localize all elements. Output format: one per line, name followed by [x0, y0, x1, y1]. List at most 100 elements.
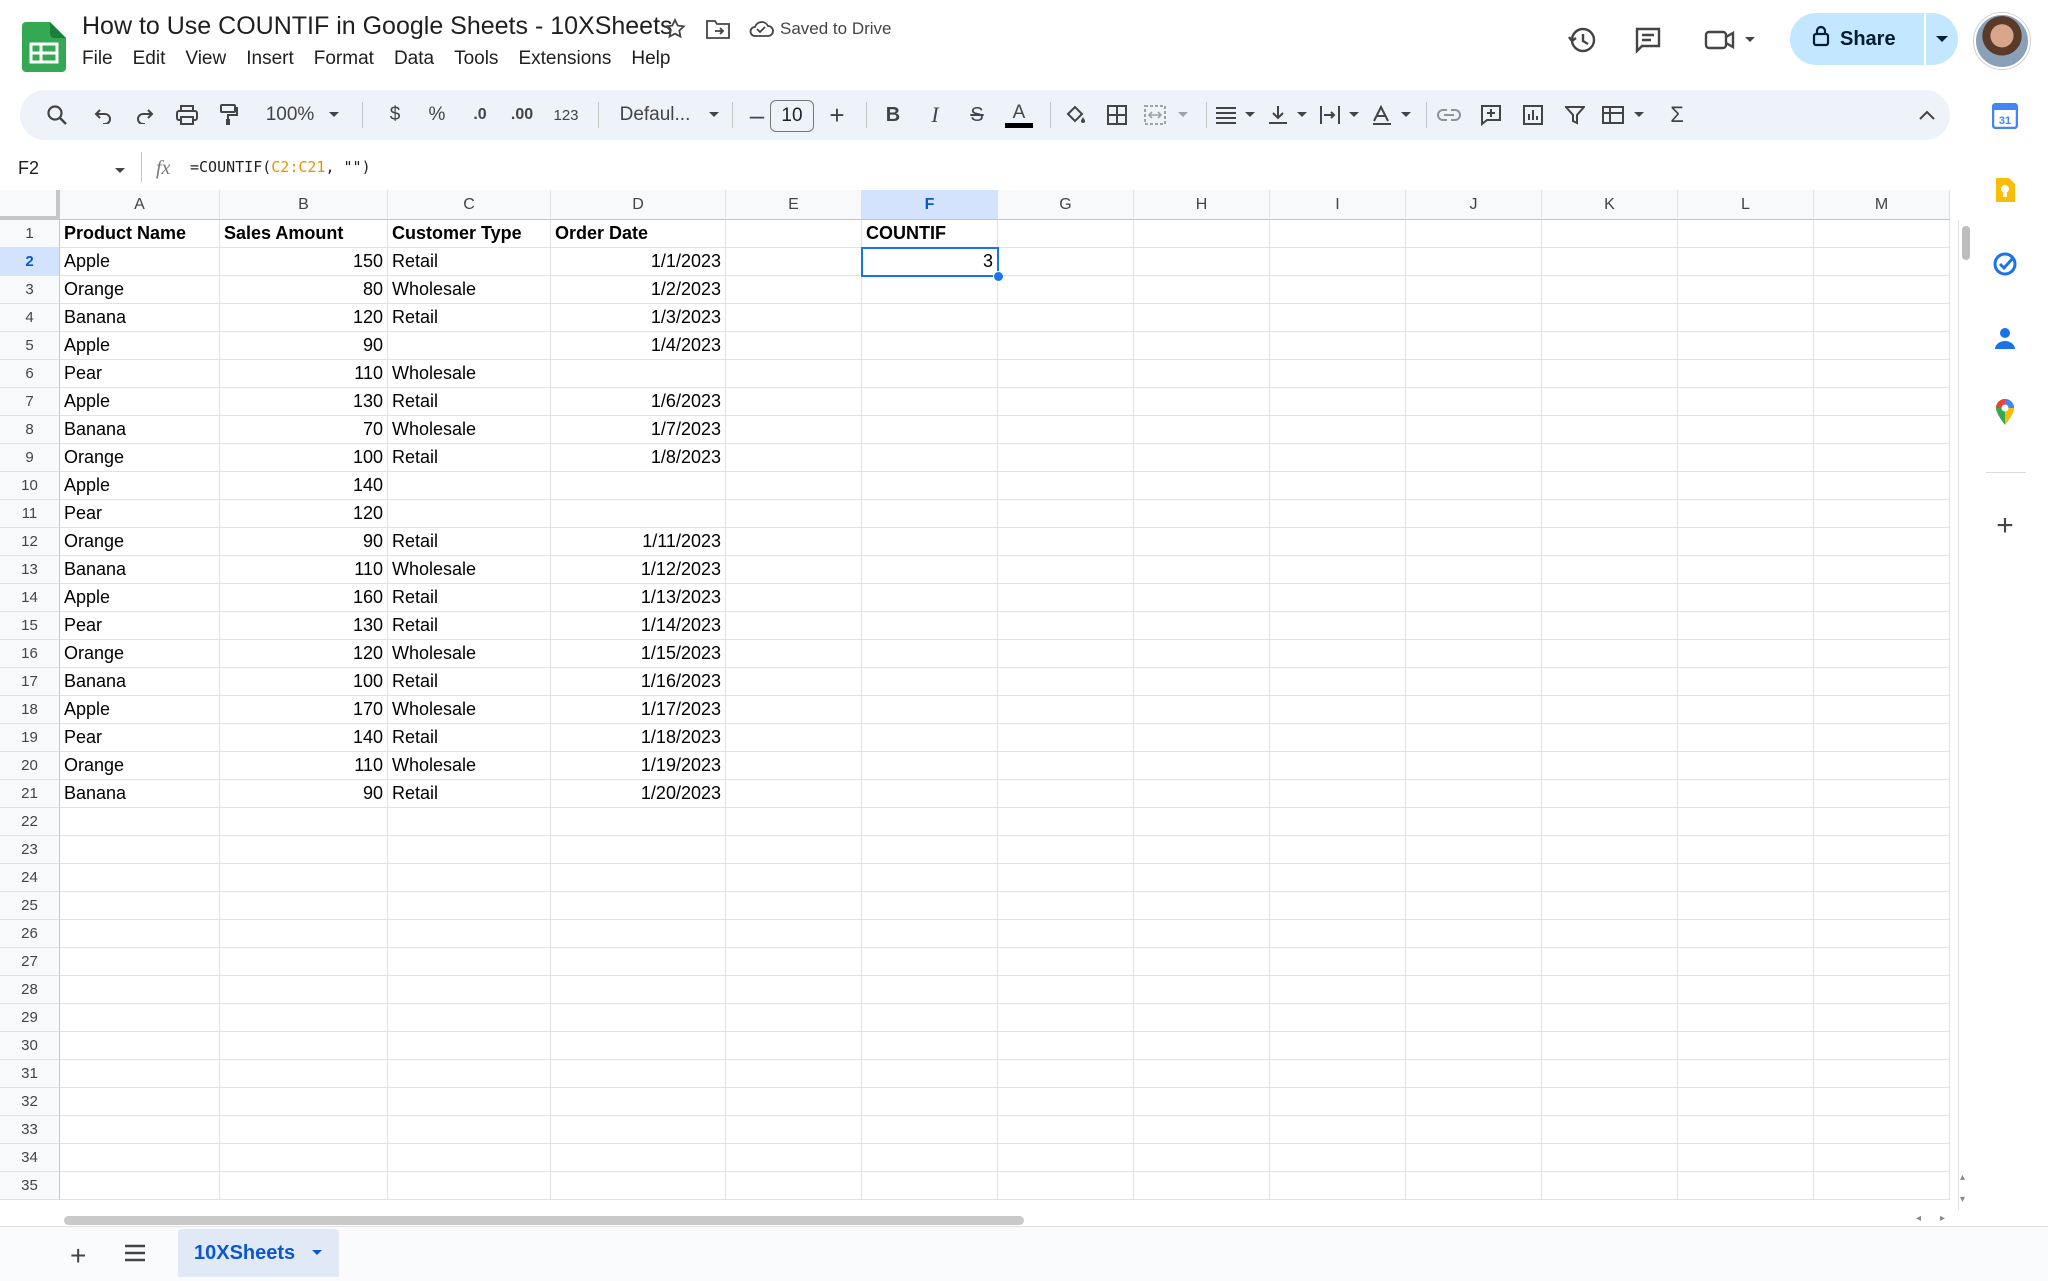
cell[interactable]: [1542, 360, 1678, 388]
cell[interactable]: [1270, 472, 1406, 500]
row-header[interactable]: 24: [0, 864, 60, 892]
cell[interactable]: [220, 1088, 388, 1116]
cell[interactable]: [1406, 724, 1542, 752]
cell[interactable]: [60, 892, 220, 920]
cell[interactable]: 110: [220, 360, 388, 388]
cell[interactable]: [1270, 556, 1406, 584]
cell[interactable]: [1270, 836, 1406, 864]
cell[interactable]: Wholesale: [388, 556, 551, 584]
cell[interactable]: [1814, 1060, 1950, 1088]
cell[interactable]: [1134, 1088, 1270, 1116]
cell[interactable]: [1542, 1032, 1678, 1060]
cell[interactable]: [862, 472, 998, 500]
row-header[interactable]: 26: [0, 920, 60, 948]
avatar[interactable]: [1974, 13, 2030, 69]
cell[interactable]: [726, 276, 862, 304]
cell[interactable]: 100: [220, 668, 388, 696]
cell[interactable]: 110: [220, 752, 388, 780]
cell[interactable]: Banana: [60, 556, 220, 584]
font-size-input[interactable]: 10: [770, 100, 814, 132]
cell[interactable]: [220, 1004, 388, 1032]
cell[interactable]: [1270, 808, 1406, 836]
select-all-corner[interactable]: [0, 190, 60, 220]
cell[interactable]: [1406, 1116, 1542, 1144]
cell[interactable]: Apple: [60, 584, 220, 612]
cell[interactable]: [1678, 640, 1814, 668]
increase-decimal-button[interactable]: .00: [502, 90, 542, 140]
cell[interactable]: [1678, 724, 1814, 752]
cell[interactable]: [1678, 500, 1814, 528]
cell[interactable]: [388, 948, 551, 976]
cell[interactable]: [1134, 808, 1270, 836]
cell[interactable]: [60, 836, 220, 864]
cell[interactable]: [1814, 864, 1950, 892]
cell[interactable]: 70: [220, 416, 388, 444]
cell[interactable]: [998, 668, 1134, 696]
cell[interactable]: [726, 976, 862, 1004]
cell[interactable]: [1134, 220, 1270, 248]
comments-icon[interactable]: [1626, 18, 1670, 62]
cell[interactable]: [388, 500, 551, 528]
cell[interactable]: [726, 1032, 862, 1060]
cell[interactable]: [1814, 1172, 1950, 1200]
cell[interactable]: [1134, 500, 1270, 528]
cell[interactable]: [551, 472, 726, 500]
cell[interactable]: [1406, 248, 1542, 276]
cell[interactable]: Apple: [60, 388, 220, 416]
cell[interactable]: [1814, 948, 1950, 976]
cell[interactable]: 1/20/2023: [551, 780, 726, 808]
cell[interactable]: [1270, 864, 1406, 892]
cell[interactable]: [60, 920, 220, 948]
cell[interactable]: [1406, 472, 1542, 500]
cell[interactable]: [862, 584, 998, 612]
move-folder-icon[interactable]: [703, 14, 733, 44]
cell[interactable]: [1678, 1004, 1814, 1032]
cell[interactable]: [1270, 220, 1406, 248]
cell[interactable]: [998, 1032, 1134, 1060]
cell[interactable]: 160: [220, 584, 388, 612]
column-header[interactable]: A: [60, 190, 220, 220]
cell[interactable]: [1270, 444, 1406, 472]
cell[interactable]: Product Name: [60, 220, 220, 248]
cell[interactable]: 1/12/2023: [551, 556, 726, 584]
cell[interactable]: [1134, 892, 1270, 920]
cell[interactable]: Apple: [60, 472, 220, 500]
cell[interactable]: [1134, 668, 1270, 696]
cell[interactable]: [1134, 556, 1270, 584]
row-header[interactable]: 27: [0, 948, 60, 976]
currency-format-button[interactable]: $: [382, 90, 408, 140]
cell[interactable]: [1270, 892, 1406, 920]
cell[interactable]: [1270, 304, 1406, 332]
all-sheets-icon[interactable]: [124, 1244, 146, 1267]
cell[interactable]: [388, 920, 551, 948]
cell[interactable]: [388, 1144, 551, 1172]
cell[interactable]: [1270, 920, 1406, 948]
cell[interactable]: [1406, 808, 1542, 836]
cell[interactable]: [1542, 1144, 1678, 1172]
cell[interactable]: Wholesale: [388, 752, 551, 780]
cell[interactable]: [1134, 472, 1270, 500]
cell[interactable]: [998, 248, 1134, 276]
cell[interactable]: [1678, 444, 1814, 472]
cell[interactable]: [220, 1116, 388, 1144]
cell[interactable]: [1542, 556, 1678, 584]
cell[interactable]: 80: [220, 276, 388, 304]
cell[interactable]: [220, 892, 388, 920]
cell[interactable]: [862, 304, 998, 332]
paint-format-icon[interactable]: [212, 90, 246, 140]
row-header[interactable]: 19: [0, 724, 60, 752]
cell[interactable]: [1542, 808, 1678, 836]
cell[interactable]: [60, 976, 220, 1004]
cell[interactable]: 120: [220, 640, 388, 668]
document-title[interactable]: How to Use COUNTIF in Google Sheets - 10…: [82, 12, 673, 41]
cell[interactable]: [388, 1172, 551, 1200]
cell[interactable]: [862, 864, 998, 892]
cell[interactable]: Pear: [60, 500, 220, 528]
cell[interactable]: [1678, 836, 1814, 864]
collapse-toolbar-icon[interactable]: [1910, 90, 1944, 140]
cell[interactable]: 1/8/2023: [551, 444, 726, 472]
insert-chart-icon[interactable]: [1516, 90, 1550, 140]
scroll-right-icon[interactable]: ▸: [1940, 1213, 1945, 1224]
cell[interactable]: [1542, 976, 1678, 1004]
calendar-icon[interactable]: 31: [1987, 98, 2023, 134]
